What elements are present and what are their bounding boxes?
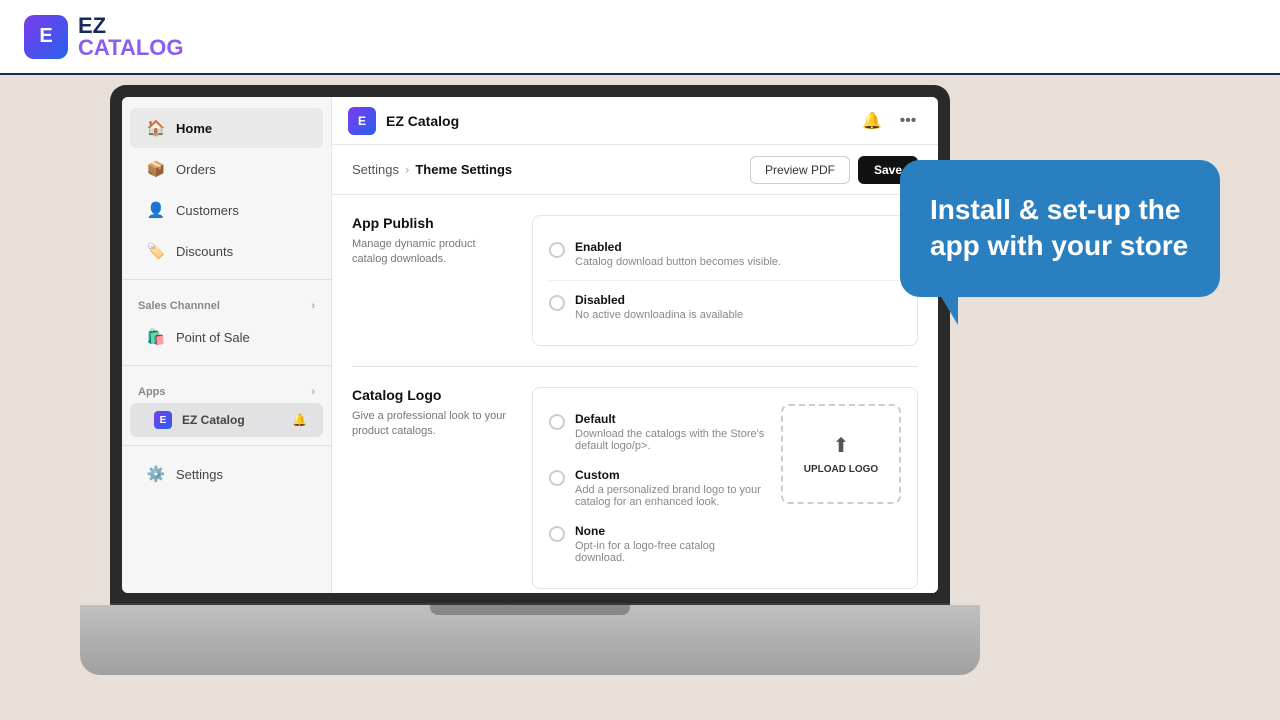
- catalog-logo-section: Catalog Logo Give a professional look to…: [352, 387, 918, 589]
- default-logo-option[interactable]: Default Download the catalogs with the S…: [549, 404, 765, 460]
- laptop-screen: 🏠 Home 📦 Orders 👤 Customers 🏷️ Discounts: [122, 97, 938, 593]
- main-content: E EZ Catalog 🔔 ••• Settings › Theme Sett…: [332, 97, 938, 593]
- none-option-text: None Opt-in for a logo-free catalog down…: [575, 524, 765, 564]
- sidebar-item-home[interactable]: 🏠 Home: [130, 108, 323, 148]
- chevron-down-icon: ›: [311, 386, 315, 398]
- disabled-option-text: Disabled No active downloadina is availa…: [575, 293, 743, 321]
- discounts-icon: 🏷️: [146, 241, 166, 261]
- sidebar-item-pos[interactable]: 🛍️ Point of Sale: [130, 317, 323, 357]
- enabled-radio[interactable]: [549, 242, 565, 258]
- laptop-frame: 🏠 Home 📦 Orders 👤 Customers 🏷️ Discounts: [110, 85, 950, 605]
- more-button[interactable]: •••: [894, 107, 922, 135]
- custom-option-text: Custom Add a personalized brand logo to …: [575, 468, 765, 508]
- disabled-radio[interactable]: [549, 295, 565, 311]
- sidebar-item-settings[interactable]: ⚙️ Settings: [130, 454, 323, 494]
- settings-body: App Publish Manage dynamic product catal…: [332, 195, 938, 593]
- none-logo-option[interactable]: None Opt-in for a logo-free catalog down…: [549, 516, 765, 572]
- laptop-wrapper: 🏠 Home 📦 Orders 👤 Customers 🏷️ Discounts: [110, 85, 950, 675]
- customers-icon: 👤: [146, 200, 166, 220]
- pos-icon: 🛍️: [146, 327, 166, 347]
- app-header-actions: 🔔 •••: [858, 107, 922, 135]
- app-publish-panel: Enabled Catalog download button becomes …: [532, 215, 918, 346]
- chevron-right-icon: ›: [311, 300, 315, 312]
- default-radio[interactable]: [549, 414, 565, 430]
- enabled-option-text: Enabled Catalog download button becomes …: [575, 240, 781, 268]
- settings-icon: ⚙️: [146, 464, 166, 484]
- upload-label: UPLOAD LOGO: [804, 464, 878, 475]
- radio-divider-1: [549, 280, 901, 281]
- logo-panel-inner: Default Download the catalogs with the S…: [549, 404, 901, 572]
- custom-logo-option[interactable]: Custom Add a personalized brand logo to …: [549, 460, 765, 516]
- page-actions: Preview PDF Save: [750, 156, 918, 184]
- logo-options: Default Download the catalogs with the S…: [549, 404, 765, 572]
- sidebar-item-ez-catalog[interactable]: E EZ Catalog 🔔: [130, 403, 323, 437]
- sidebar-divider-2: [122, 365, 331, 366]
- apps-section-label: Apps ›: [122, 374, 331, 402]
- catalog-logo-title: Catalog Logo: [352, 387, 512, 403]
- breadcrumb: Settings › Theme Settings: [352, 162, 512, 177]
- home-icon: 🏠: [146, 118, 166, 138]
- app-header-logo: E: [348, 107, 376, 135]
- top-bar: E EZ CATALOG: [0, 0, 1280, 75]
- disabled-option[interactable]: Disabled No active downloadina is availa…: [549, 285, 901, 329]
- brand-logo: E EZ CATALOG: [24, 15, 184, 59]
- custom-radio[interactable]: [549, 470, 565, 486]
- app-publish-info: App Publish Manage dynamic product catal…: [352, 215, 512, 346]
- sidebar: 🏠 Home 📦 Orders 👤 Customers 🏷️ Discounts: [122, 97, 332, 593]
- app-publish-section: App Publish Manage dynamic product catal…: [352, 215, 918, 346]
- upload-logo-area[interactable]: ⬆ UPLOAD LOGO: [781, 404, 901, 504]
- brand-icon: E: [24, 15, 68, 59]
- laptop-base: [80, 605, 980, 675]
- section-divider: [352, 366, 918, 367]
- preview-pdf-button[interactable]: Preview PDF: [750, 156, 850, 184]
- catalog-logo-desc: Give a professional look to your product…: [352, 409, 512, 440]
- upload-icon: ⬆: [833, 433, 850, 458]
- app-publish-desc: Manage dynamic product catalog downloads…: [352, 237, 512, 268]
- notification-bell-icon: 🔔: [292, 413, 307, 427]
- brand-text: EZ CATALOG: [78, 15, 184, 59]
- ez-catalog-icon: E: [154, 411, 172, 429]
- catalog-logo-panel: Default Download the catalogs with the S…: [532, 387, 918, 589]
- none-radio[interactable]: [549, 526, 565, 542]
- sales-channel-label: Sales Channnel ›: [122, 288, 331, 316]
- bell-button[interactable]: 🔔: [858, 107, 886, 135]
- sidebar-divider-3: [122, 445, 331, 446]
- speech-bubble: Install & set-up the app with your store: [900, 160, 1220, 297]
- app-header: E EZ Catalog 🔔 •••: [332, 97, 938, 145]
- catalog-logo-info: Catalog Logo Give a professional look to…: [352, 387, 512, 589]
- sidebar-divider-1: [122, 279, 331, 280]
- orders-icon: 📦: [146, 159, 166, 179]
- enabled-option[interactable]: Enabled Catalog download button becomes …: [549, 232, 901, 276]
- sidebar-item-discounts[interactable]: 🏷️ Discounts: [130, 231, 323, 271]
- page-bar: Settings › Theme Settings Preview PDF Sa…: [332, 145, 938, 195]
- sidebar-item-orders[interactable]: 📦 Orders: [130, 149, 323, 189]
- default-option-text: Default Download the catalogs with the S…: [575, 412, 765, 452]
- app-publish-title: App Publish: [352, 215, 512, 231]
- sidebar-item-customers[interactable]: 👤 Customers: [130, 190, 323, 230]
- app-header-title: EZ Catalog: [386, 113, 848, 129]
